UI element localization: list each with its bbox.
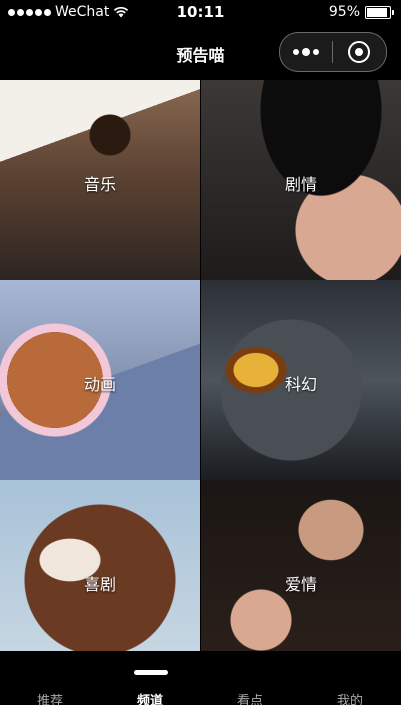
battery-icon [365, 5, 394, 19]
category-label-scifi: 科幻 [284, 375, 317, 394]
more-dot-icon [313, 49, 319, 55]
target-icon [348, 41, 370, 63]
more-options-button[interactable] [280, 33, 332, 71]
navigation-bar: 预告喵 [0, 26, 401, 80]
category-image-comedy [0, 480, 200, 651]
active-tab-indicator [134, 670, 168, 675]
category-tile-drama[interactable]: 剧情 [201, 80, 401, 280]
tab-profile[interactable]: 我的 [300, 690, 400, 705]
app-screen: WeChat 10:11 95% 预告喵 音乐 剧情 动画 科幻 喜剧 爱情 推… [0, 0, 401, 705]
category-tile-animation[interactable]: 动画 [0, 280, 200, 480]
category-tile-romance[interactable]: 爱情 [201, 480, 401, 651]
more-dot-icon [302, 48, 310, 56]
category-label-animation: 动画 [83, 375, 116, 394]
mini-program-capsule [279, 32, 387, 72]
tab-channel[interactable]: 频道 [100, 690, 200, 705]
status-bar: WeChat 10:11 95% [0, 0, 401, 26]
category-label-drama: 剧情 [284, 175, 317, 194]
tab-recommend[interactable]: 推荐 [0, 690, 100, 705]
category-image-romance [201, 480, 401, 651]
bottom-tab-bar: 推荐 频道 看点 我的 [0, 651, 401, 705]
category-label-comedy: 喜剧 [83, 575, 116, 594]
category-tile-music[interactable]: 音乐 [0, 80, 200, 280]
category-label-romance: 爱情 [284, 575, 317, 594]
battery-percentage: 95% [328, 4, 360, 20]
category-tile-comedy[interactable]: 喜剧 [0, 480, 200, 651]
category-label-music: 音乐 [83, 175, 116, 194]
tab-highlights[interactable]: 看点 [200, 690, 300, 705]
more-dot-icon [293, 49, 299, 55]
tab-list: 推荐 频道 看点 我的 [0, 690, 401, 705]
status-right: 95% [328, 4, 394, 20]
category-grid: 音乐 剧情 动画 科幻 喜剧 爱情 [0, 80, 401, 651]
close-mini-program-button[interactable] [333, 33, 385, 71]
category-tile-scifi[interactable]: 科幻 [201, 280, 401, 480]
